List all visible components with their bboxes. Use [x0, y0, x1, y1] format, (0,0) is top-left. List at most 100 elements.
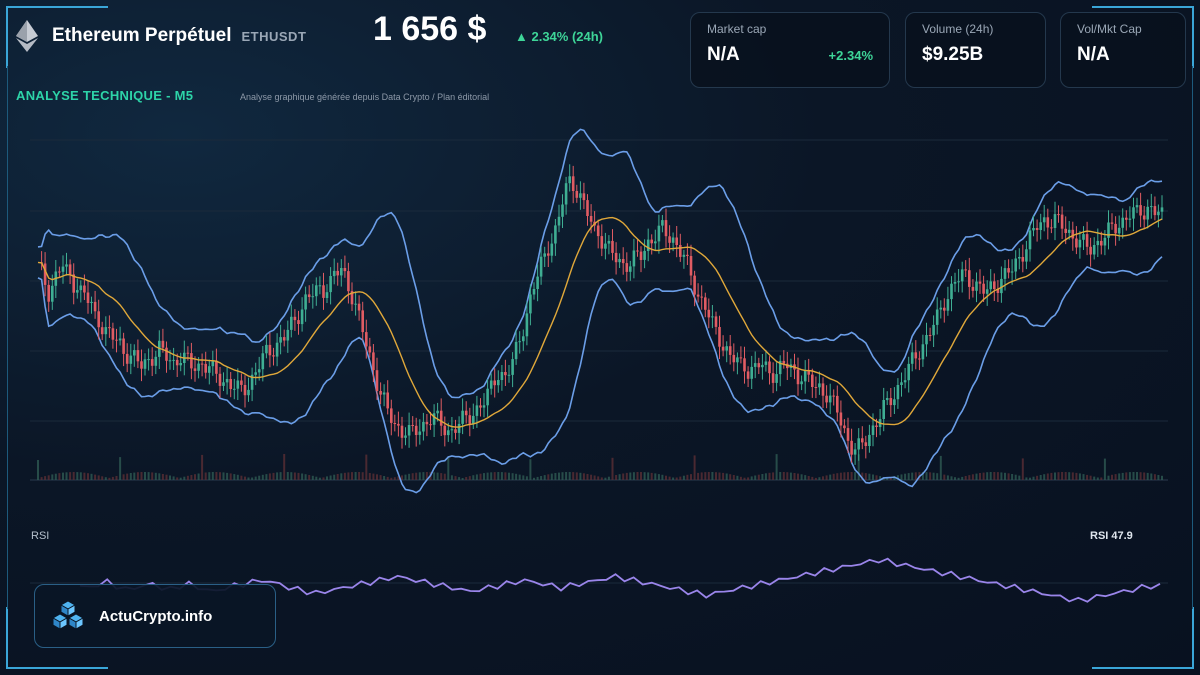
volume-bar [351, 472, 353, 480]
candle-body [439, 410, 443, 426]
volume-bar [547, 474, 550, 480]
candle-body [436, 410, 439, 414]
volume-bar [500, 472, 503, 480]
candle-body [336, 270, 339, 276]
volume-bar [404, 474, 407, 480]
candle-body [43, 263, 47, 285]
volume-bar [811, 476, 814, 480]
candle-body [1117, 227, 1121, 234]
volume-bar [754, 475, 757, 480]
volume-bar [640, 472, 642, 480]
volume-bar [279, 472, 282, 480]
volume-bar [750, 476, 753, 480]
candle-body [414, 425, 418, 435]
volume-bar [864, 473, 867, 480]
volume-bar [340, 473, 343, 480]
candle-body [803, 370, 807, 382]
volume-bar [390, 477, 393, 480]
volume-bar [304, 474, 307, 480]
candle-body [525, 313, 529, 337]
candle-body [1018, 257, 1021, 259]
volume-bar [169, 475, 171, 480]
candle-body [286, 329, 290, 341]
candle-body [1014, 258, 1017, 272]
volume-bar [950, 476, 953, 480]
candle-body [386, 392, 389, 409]
candle-body [379, 391, 382, 395]
candle-body [1053, 214, 1057, 228]
candle-body [454, 429, 457, 433]
candle-body [522, 336, 525, 342]
volume-bar [1000, 472, 1003, 480]
candle-body [604, 243, 607, 249]
candle-body [133, 350, 136, 356]
volume-bar [183, 476, 186, 480]
candle-body [68, 264, 72, 275]
candle-body [550, 243, 554, 256]
volume-bar [447, 456, 450, 480]
volume-bar [508, 472, 510, 480]
volume-bar [690, 474, 692, 480]
candle-body [282, 337, 286, 341]
volume-bar [475, 474, 478, 480]
candle-body [489, 380, 493, 389]
volume-bar [190, 475, 193, 480]
candle-body [1064, 228, 1067, 233]
candle-body [921, 344, 925, 360]
candle-body [1046, 217, 1050, 228]
volume-bar [76, 472, 79, 480]
brand-badge[interactable]: ActuCrypto.info [34, 584, 276, 648]
volume-bar [629, 472, 632, 480]
volume-bar [47, 475, 50, 480]
candle-body [447, 430, 450, 436]
volume-bar [1057, 472, 1060, 480]
candle-body [125, 353, 129, 364]
volume-bar [1082, 474, 1085, 480]
candle-body [989, 281, 992, 290]
candle-body [832, 395, 835, 397]
candle-body [129, 355, 133, 364]
candle-body [707, 309, 711, 318]
volume-bar [954, 477, 956, 480]
volume-bar [1075, 472, 1078, 480]
volume-bar [415, 472, 418, 480]
candle-body [625, 263, 629, 272]
candle-body [946, 299, 950, 311]
volume-bar [58, 473, 61, 480]
volume-bar [736, 475, 739, 480]
volume-bar [108, 477, 111, 480]
volume-bar [1143, 472, 1146, 480]
candle-body [390, 408, 393, 423]
volume-bar [318, 477, 321, 480]
volume-bar [240, 475, 243, 480]
candle-body [1060, 214, 1064, 229]
volume-bar [1011, 474, 1014, 480]
candle-body [361, 310, 364, 333]
volume-bar [258, 475, 261, 480]
volume-bar [625, 472, 628, 480]
volume-bar [1107, 475, 1110, 480]
volume-bar [550, 473, 553, 480]
candle-body [825, 395, 828, 403]
volume-bar [111, 476, 114, 480]
volume-bar [747, 477, 750, 480]
volume-bar [268, 473, 271, 480]
candle-body [318, 285, 322, 287]
volume-bar [1021, 458, 1024, 480]
candle-body [1025, 249, 1028, 262]
candle-body [871, 425, 875, 435]
candle-body [175, 359, 179, 366]
volume-bar [565, 472, 568, 480]
volume-bar [354, 472, 357, 480]
candle-body [611, 240, 614, 253]
volume-bar [1089, 475, 1092, 480]
candle-body [307, 294, 311, 297]
volume-bar [83, 472, 86, 480]
candle-body [935, 309, 939, 325]
volume-bar [761, 474, 764, 480]
candle-body [1092, 245, 1096, 255]
candle-body [268, 344, 272, 356]
candle-body [97, 311, 100, 328]
candle-body [468, 415, 472, 424]
volume-bar [946, 475, 949, 480]
